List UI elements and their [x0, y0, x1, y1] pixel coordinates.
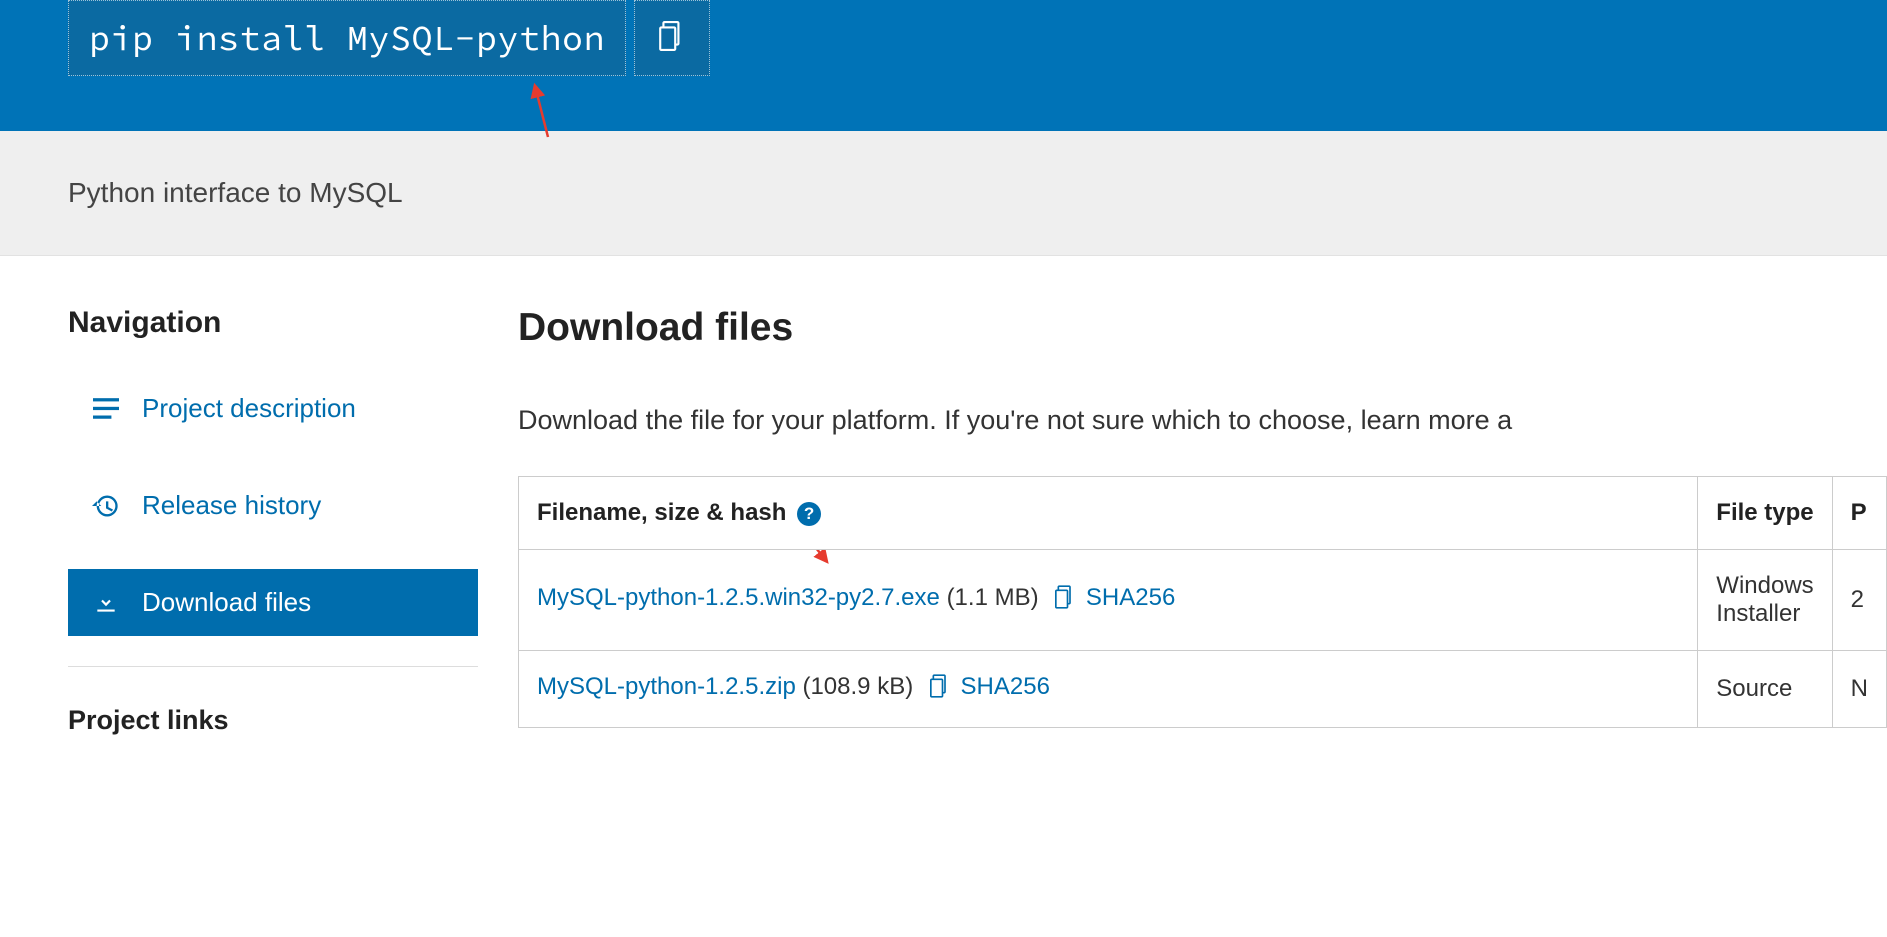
copy-icon	[659, 21, 685, 56]
project-links-heading: Project links	[68, 705, 478, 736]
sidebar-item-project-description[interactable]: Project description	[68, 375, 478, 442]
sidebar-item-label: Project description	[142, 393, 356, 424]
help-icon[interactable]: ?	[797, 502, 821, 526]
content: Download files Download the file for you…	[518, 306, 1887, 736]
files-table: Filename, size & hash ? File type P MySQ…	[518, 476, 1887, 728]
file-size: (108.9 kB)	[802, 673, 913, 700]
sidebar-item-download-files[interactable]: Download files	[68, 569, 478, 636]
filetype-cell: Source	[1698, 651, 1832, 728]
sidebar-divider	[68, 666, 478, 667]
file-cell: MySQL-python-1.2.5.zip (108.9 kB) SHA256	[519, 651, 1698, 728]
pip-command[interactable]: pip install MySQL-python	[68, 0, 626, 76]
sidebar-item-label: Download files	[142, 587, 311, 618]
main-layout: Navigation Project description Release h…	[0, 256, 1887, 736]
hash-link[interactable]: SHA256	[961, 673, 1050, 700]
copy-hash-icon[interactable]	[1055, 585, 1075, 616]
file-cell: MySQL-python-1.2.5.win32-py2.7.exe (1.1 …	[519, 550, 1698, 651]
header-band: pip install MySQL-python	[0, 0, 1887, 131]
sidebar: Navigation Project description Release h…	[68, 306, 478, 736]
filetype-cell: Windows Installer	[1698, 550, 1832, 651]
file-link[interactable]: MySQL-python-1.2.5.zip	[537, 673, 796, 700]
history-icon	[92, 492, 120, 520]
pip-install-row: pip install MySQL-python	[68, 0, 1887, 76]
description-icon	[92, 398, 120, 420]
sidebar-item-label: Release history	[142, 490, 321, 521]
table-row: MySQL-python-1.2.5.win32-py2.7.exe (1.1 …	[519, 550, 1887, 651]
col-p-header: P	[1832, 477, 1886, 550]
file-link[interactable]: MySQL-python-1.2.5.win32-py2.7.exe	[537, 584, 940, 611]
col-filename-label: Filename, size & hash	[537, 499, 786, 526]
download-icon	[92, 590, 120, 616]
col-filetype-header: File type	[1698, 477, 1832, 550]
table-header-row: Filename, size & hash ? File type P	[519, 477, 1887, 550]
project-summary: Python interface to MySQL	[68, 177, 1819, 209]
download-subtext: Download the file for your platform. If …	[518, 405, 1887, 436]
file-size: (1.1 MB)	[947, 584, 1039, 611]
p-cell: 2	[1832, 550, 1886, 651]
page-title: Download files	[518, 306, 1887, 350]
table-row: MySQL-python-1.2.5.zip (108.9 kB) SHA256…	[519, 651, 1887, 728]
sidebar-item-release-history[interactable]: Release history	[68, 472, 478, 539]
hash-link[interactable]: SHA256	[1086, 584, 1175, 611]
description-strip: Python interface to MySQL	[0, 131, 1887, 256]
p-cell: N	[1832, 651, 1886, 728]
nav-heading: Navigation	[68, 306, 478, 340]
copy-hash-icon[interactable]	[930, 674, 950, 705]
copy-button[interactable]	[634, 0, 710, 76]
col-filename-header: Filename, size & hash ?	[519, 477, 1698, 550]
